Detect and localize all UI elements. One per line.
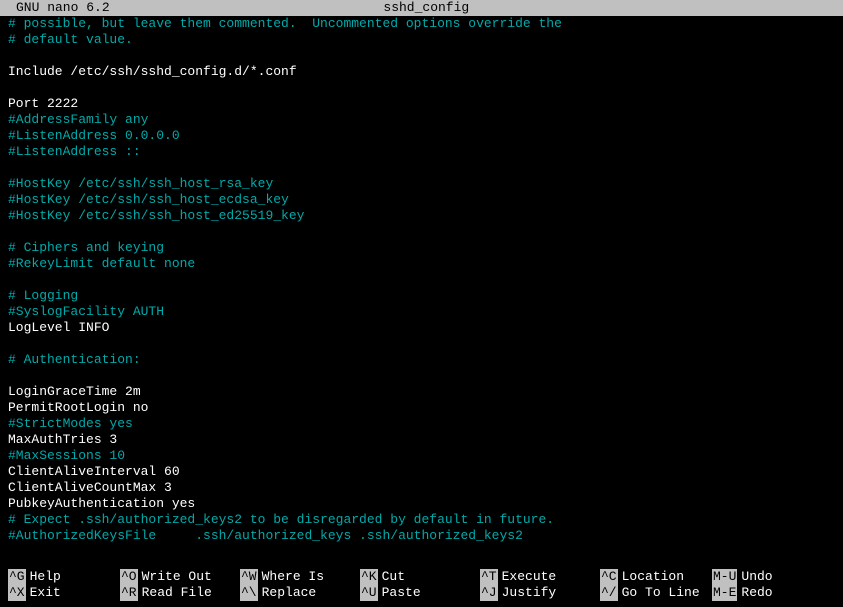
- editor-line[interactable]: Include /etc/ssh/sshd_config.d/*.conf: [8, 64, 835, 80]
- editor-line[interactable]: #SyslogFacility AUTH: [8, 304, 835, 320]
- shortcut-label: Exit: [30, 585, 61, 601]
- editor-line[interactable]: [8, 336, 835, 352]
- shortcut-key: M-E: [712, 585, 737, 601]
- shortcut-read-file[interactable]: ^RRead File: [120, 585, 232, 601]
- shortcut-where-is[interactable]: ^WWhere Is: [240, 569, 352, 585]
- editor-line[interactable]: Port 2222: [8, 96, 835, 112]
- editor-line[interactable]: #AuthorizedKeysFile .ssh/authorized_keys…: [8, 528, 835, 544]
- editor-line[interactable]: #AddressFamily any: [8, 112, 835, 128]
- shortcut-row-1: ^GHelp ^OWrite Out ^WWhere Is ^KCut ^TExecut…: [8, 569, 835, 585]
- editor-content[interactable]: # possible, but leave them commented. Un…: [0, 16, 843, 544]
- shortcut-go-to-line[interactable]: ^/Go To Line: [600, 585, 704, 601]
- editor-line[interactable]: #MaxSessions 10: [8, 448, 835, 464]
- editor-line[interactable]: #HostKey /etc/ssh/ssh_host_rsa_key: [8, 176, 835, 192]
- editor-line[interactable]: [8, 272, 835, 288]
- app-name: GNU nano 6.2: [16, 0, 110, 16]
- shortcut-bar: ^GHelp ^OWrite Out ^WWhere Is ^KCut ^TExecut…: [0, 569, 843, 607]
- shortcut-label: Justify: [502, 585, 557, 601]
- shortcut-label: Where Is: [262, 569, 324, 585]
- editor-line[interactable]: [8, 368, 835, 384]
- shortcut-exit[interactable]: ^XExit: [8, 585, 112, 601]
- shortcut-key: ^\: [240, 585, 258, 601]
- shortcut-key: ^R: [120, 585, 138, 601]
- shortcut-key: ^O: [120, 569, 138, 585]
- shortcut-replace[interactable]: ^\Replace: [240, 585, 352, 601]
- shortcut-key: ^W: [240, 569, 258, 585]
- shortcut-label: Cut: [382, 569, 405, 585]
- shortcut-paste[interactable]: ^UPaste: [360, 585, 472, 601]
- shortcut-location[interactable]: ^CLocation: [600, 569, 704, 585]
- shortcut-row-2: ^XExit ^RRead File ^\Replace ^UPaste ^JJusti…: [8, 585, 835, 601]
- editor-line[interactable]: # Authentication:: [8, 352, 835, 368]
- shortcut-label: Replace: [262, 585, 317, 601]
- shortcut-key: ^C: [600, 569, 618, 585]
- shortcut-undo[interactable]: M-UUndo: [712, 569, 792, 585]
- shortcut-label: Undo: [741, 569, 772, 585]
- shortcut-label: Read File: [142, 585, 212, 601]
- shortcut-key: ^T: [480, 569, 498, 585]
- editor-line[interactable]: PermitRootLogin no: [8, 400, 835, 416]
- shortcut-key: ^K: [360, 569, 378, 585]
- editor-line[interactable]: LogLevel INFO: [8, 320, 835, 336]
- shortcut-cut[interactable]: ^KCut: [360, 569, 472, 585]
- editor-line[interactable]: [8, 80, 835, 96]
- editor-line[interactable]: #ListenAddress ::: [8, 144, 835, 160]
- editor-line[interactable]: LoginGraceTime 2m: [8, 384, 835, 400]
- shortcut-justify[interactable]: ^JJustify: [480, 585, 592, 601]
- editor-line[interactable]: # Expect .ssh/authorized_keys2 to be dis…: [8, 512, 835, 528]
- shortcut-label: Go To Line: [622, 585, 700, 601]
- editor-line[interactable]: [8, 48, 835, 64]
- editor-line[interactable]: #ListenAddress 0.0.0.0: [8, 128, 835, 144]
- shortcut-key: ^U: [360, 585, 378, 601]
- editor-line[interactable]: #HostKey /etc/ssh/ssh_host_ed25519_key: [8, 208, 835, 224]
- editor-line[interactable]: #HostKey /etc/ssh/ssh_host_ecdsa_key: [8, 192, 835, 208]
- editor-line[interactable]: ClientAliveInterval 60: [8, 464, 835, 480]
- shortcut-label: Execute: [502, 569, 557, 585]
- filename: sshd_config: [110, 0, 843, 16]
- shortcut-redo[interactable]: M-ERedo: [712, 585, 792, 601]
- shortcut-label: Paste: [382, 585, 421, 601]
- editor-line[interactable]: [8, 224, 835, 240]
- shortcut-key: ^J: [480, 585, 498, 601]
- shortcut-label: Location: [622, 569, 684, 585]
- shortcut-label: Help: [30, 569, 61, 585]
- shortcut-key: ^/: [600, 585, 618, 601]
- editor-line[interactable]: MaxAuthTries 3: [8, 432, 835, 448]
- editor-line[interactable]: ClientAliveCountMax 3: [8, 480, 835, 496]
- shortcut-label: Write Out: [142, 569, 212, 585]
- shortcut-write-out[interactable]: ^OWrite Out: [120, 569, 232, 585]
- shortcut-help[interactable]: ^GHelp: [8, 569, 112, 585]
- shortcut-label: Redo: [741, 585, 772, 601]
- shortcut-key: M-U: [712, 569, 737, 585]
- editor-line[interactable]: PubkeyAuthentication yes: [8, 496, 835, 512]
- editor-line[interactable]: #StrictModes yes: [8, 416, 835, 432]
- editor-line[interactable]: [8, 160, 835, 176]
- shortcut-execute[interactable]: ^TExecute: [480, 569, 592, 585]
- editor-line[interactable]: # default value.: [8, 32, 835, 48]
- shortcut-key: ^X: [8, 585, 26, 601]
- title-bar: GNU nano 6.2 sshd_config: [0, 0, 843, 16]
- editor-line[interactable]: # Ciphers and keying: [8, 240, 835, 256]
- shortcut-key: ^G: [8, 569, 26, 585]
- editor-line[interactable]: #RekeyLimit default none: [8, 256, 835, 272]
- editor-line[interactable]: # Logging: [8, 288, 835, 304]
- editor-line[interactable]: # possible, but leave them commented. Un…: [8, 16, 835, 32]
